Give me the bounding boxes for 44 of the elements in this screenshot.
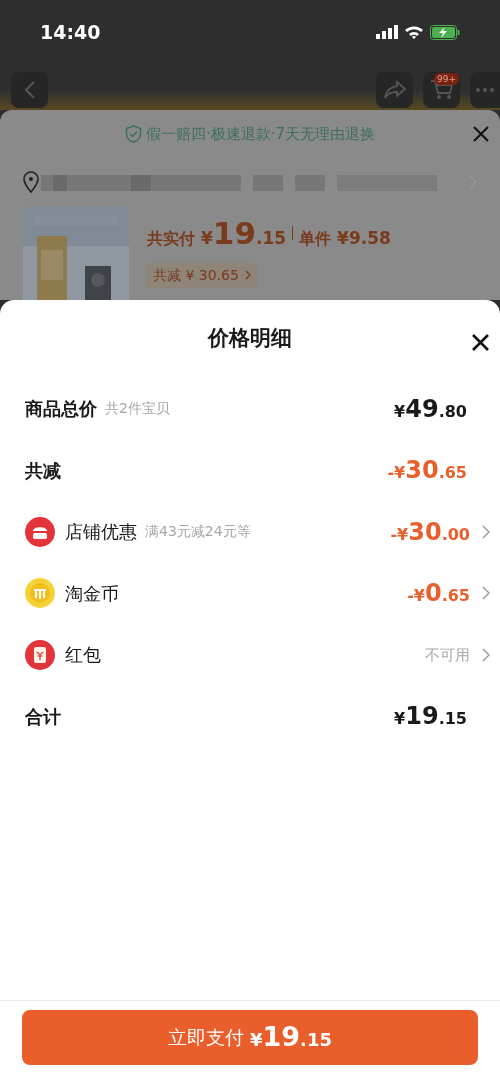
sheet-title: 价格明细 bbox=[208, 325, 292, 353]
share-button[interactable] bbox=[376, 72, 413, 108]
amount-text: -¥30.65 bbox=[387, 455, 467, 487]
unit-label: 单件 bbox=[299, 228, 332, 250]
close-icon[interactable] bbox=[472, 334, 489, 351]
unit-price: ¥9.58 bbox=[337, 227, 391, 250]
wifi-icon bbox=[404, 25, 424, 39]
chevron-right-icon bbox=[482, 524, 490, 539]
row-note: 共2件宝贝 bbox=[105, 399, 170, 419]
discount-tag[interactable]: 共减 ¥ 30.65 bbox=[147, 262, 257, 288]
signal-icon bbox=[376, 25, 398, 39]
chevron-right-icon bbox=[244, 270, 251, 280]
row-label: 红包 bbox=[65, 643, 101, 668]
battery-icon bbox=[430, 24, 460, 40]
row-label: 合计 bbox=[25, 704, 61, 729]
back-button[interactable] bbox=[11, 72, 48, 108]
store-icon bbox=[25, 516, 55, 547]
more-button[interactable] bbox=[470, 72, 500, 108]
more-icon bbox=[476, 88, 494, 92]
pay-button[interactable]: 立即支付 ¥19.15 bbox=[22, 1010, 478, 1065]
back-icon bbox=[23, 81, 36, 99]
row-label: 淘金币 bbox=[65, 581, 119, 606]
amount-text: -¥30.00 bbox=[390, 516, 470, 548]
envelope-icon bbox=[25, 639, 55, 670]
row-label: 店铺优惠 bbox=[65, 520, 137, 545]
row-label: 商品总价 bbox=[25, 397, 97, 422]
share-icon bbox=[382, 80, 407, 100]
coin-icon bbox=[25, 578, 55, 609]
amount-text: ¥19.15 bbox=[394, 701, 467, 733]
row-note: 满43元减24元等 bbox=[145, 522, 251, 542]
shield-check-icon bbox=[124, 125, 142, 143]
amount-text: -¥0.65 bbox=[407, 578, 470, 610]
paid-price: ¥19.15 bbox=[201, 214, 287, 253]
status-text: 不可用 bbox=[425, 644, 470, 666]
chevron-right-icon bbox=[482, 647, 490, 662]
paid-label: 共实付 bbox=[147, 228, 195, 250]
guarantee-text: 假一赔四·极速退款·7天无理由退换 bbox=[145, 123, 376, 145]
location-icon bbox=[23, 171, 39, 193]
status-time: 14:40 bbox=[40, 19, 101, 45]
chevron-right-icon bbox=[482, 586, 490, 601]
cart-badge: 99+ bbox=[434, 73, 459, 85]
cart-button[interactable]: 99+ bbox=[423, 72, 460, 108]
row-label: 共减 bbox=[25, 458, 61, 483]
amount-text: ¥49.80 bbox=[394, 393, 467, 425]
